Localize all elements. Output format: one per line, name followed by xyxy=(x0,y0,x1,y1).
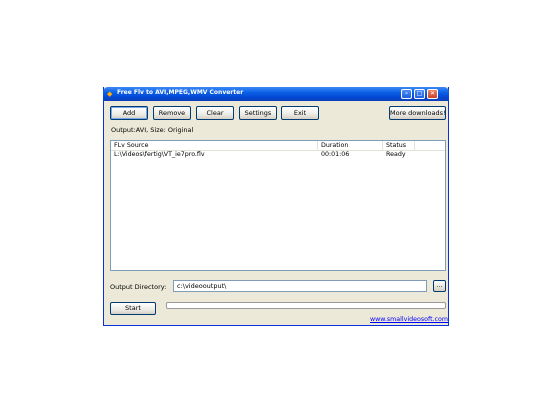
file-list[interactable]: FLv Source Duration Status L:\Videos\fer… xyxy=(110,140,446,271)
browse-button[interactable]: ... xyxy=(433,280,446,292)
settings-button[interactable]: Settings xyxy=(239,106,277,120)
app-icon: ◆ xyxy=(107,90,113,98)
website-link[interactable]: www.smallvideosoft.com xyxy=(370,316,448,323)
minimize-button[interactable]: – xyxy=(401,89,412,99)
column-header-source[interactable]: FLv Source xyxy=(111,141,318,150)
clear-button[interactable]: Clear xyxy=(196,106,234,120)
exit-button[interactable]: Exit xyxy=(281,106,319,120)
row-source: L:\Videos\fertig\VT_ie7pro.flv xyxy=(114,151,205,158)
window-title: Free Flv to AVI,MPEG,WMV Converter xyxy=(117,89,244,96)
row-duration: 00:01:06 xyxy=(321,151,350,158)
add-button[interactable]: Add xyxy=(110,106,148,120)
more-downloads-button[interactable]: More downloads! xyxy=(389,106,446,120)
progress-bar xyxy=(166,302,446,309)
list-item[interactable]: L:\Videos\fertig\VT_ie7pro.flv 00:01:06 … xyxy=(111,151,445,159)
converter-window: ◆ Free Flv to AVI,MPEG,WMV Converter – □… xyxy=(103,87,449,326)
close-button[interactable]: ✕ xyxy=(427,89,438,99)
column-header-status[interactable]: Status xyxy=(383,141,415,150)
remove-button[interactable]: Remove xyxy=(153,106,191,120)
output-directory-label: Output Directory: xyxy=(110,283,167,291)
title-bar[interactable]: ◆ Free Flv to AVI,MPEG,WMV Converter – □… xyxy=(103,87,449,101)
column-header-duration[interactable]: Duration xyxy=(318,141,383,150)
start-button[interactable]: Start xyxy=(110,302,156,315)
output-directory-field[interactable]: c:\videooutput\ xyxy=(173,280,427,292)
maximize-button[interactable]: □ xyxy=(414,89,425,99)
list-header: FLv Source Duration Status xyxy=(111,141,445,151)
row-status: Ready xyxy=(386,151,406,158)
output-info: Output:AVI, Size: Original xyxy=(111,126,194,134)
